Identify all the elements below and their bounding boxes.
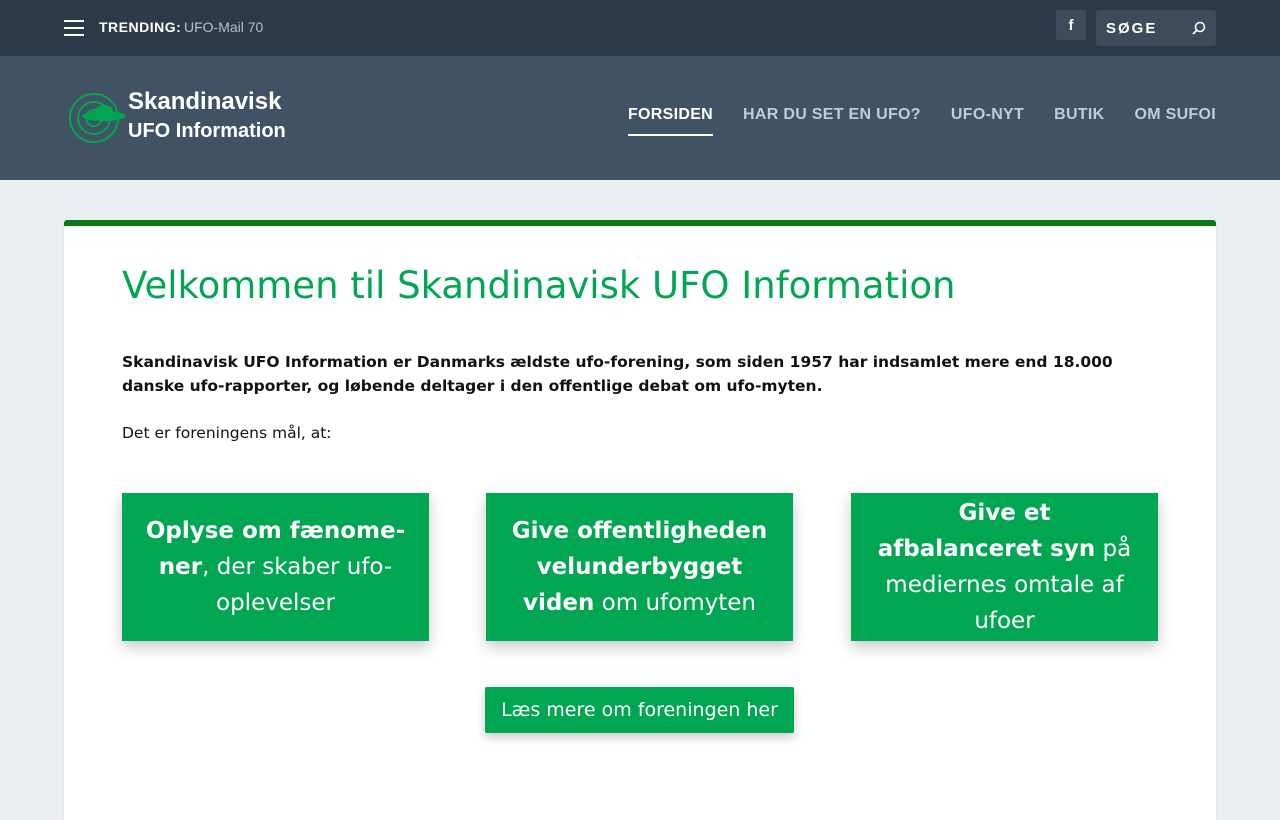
goal-3-bold: Give et afbalanceret syn	[877, 500, 1096, 562]
nav-item-forsiden[interactable]: FORSIDEN	[627, 106, 714, 136]
top-bar: TRENDING: UFO-Mail 70 f	[0, 0, 1280, 56]
facebook-icon[interactable]: f	[1056, 10, 1086, 40]
search-input[interactable]	[1096, 19, 1184, 37]
trending-label: TRENDING:	[99, 19, 182, 35]
site-header: Skandinavisk UFO Information FORSIDEN HA…	[0, 56, 1280, 180]
goal-1-text: , der skaber ufo-oplevelser	[202, 554, 393, 616]
content-card: Velkommen til Skandinavisk UFO Informati…	[64, 220, 1216, 820]
goal-box-1: Oplyse om fænome­ner, der skaber ufo-opl…	[122, 493, 429, 641]
goal-intro-text: Det er foreningens mål, at:	[122, 424, 332, 442]
intro-text: Skandinavisk UFO Information er Danmarks…	[122, 353, 1113, 395]
nav-item-ufo-nyt[interactable]: UFO-NYT	[951, 106, 1024, 136]
goal-box-3: Give et afbalanceret syn på mediernes om…	[851, 493, 1158, 641]
trending-link[interactable]: UFO-Mail 70	[184, 19, 263, 35]
goal-2-text: om ufomyten	[594, 590, 756, 616]
logo-title: Skandinavisk	[128, 88, 282, 115]
goal-box-2: Give offentligheden velunderbygget viden…	[486, 493, 793, 641]
nav-item-om-sufoi[interactable]: OM SUFOI	[1134, 106, 1216, 136]
page-title: Velkommen til Skandinavisk UFO Informati…	[122, 264, 956, 307]
ufo-logo-icon	[69, 93, 126, 143]
nav-item-har-du-set-en-ufo[interactable]: HAR DU SET EN UFO?	[743, 106, 921, 136]
site-logo[interactable]: Skandinavisk UFO Information	[64, 88, 304, 148]
main-nav: FORSIDEN HAR DU SET EN UFO? UFO-NYT BUTI…	[627, 106, 1216, 136]
search-box	[1096, 10, 1216, 46]
menu-icon[interactable]	[64, 20, 84, 36]
search-icon[interactable]	[1191, 20, 1207, 36]
read-more-button[interactable]: Læs mere om foreningen her	[485, 687, 794, 733]
logo-subtitle: UFO Information	[128, 120, 286, 142]
nav-item-butik[interactable]: BUTIK	[1054, 106, 1104, 136]
